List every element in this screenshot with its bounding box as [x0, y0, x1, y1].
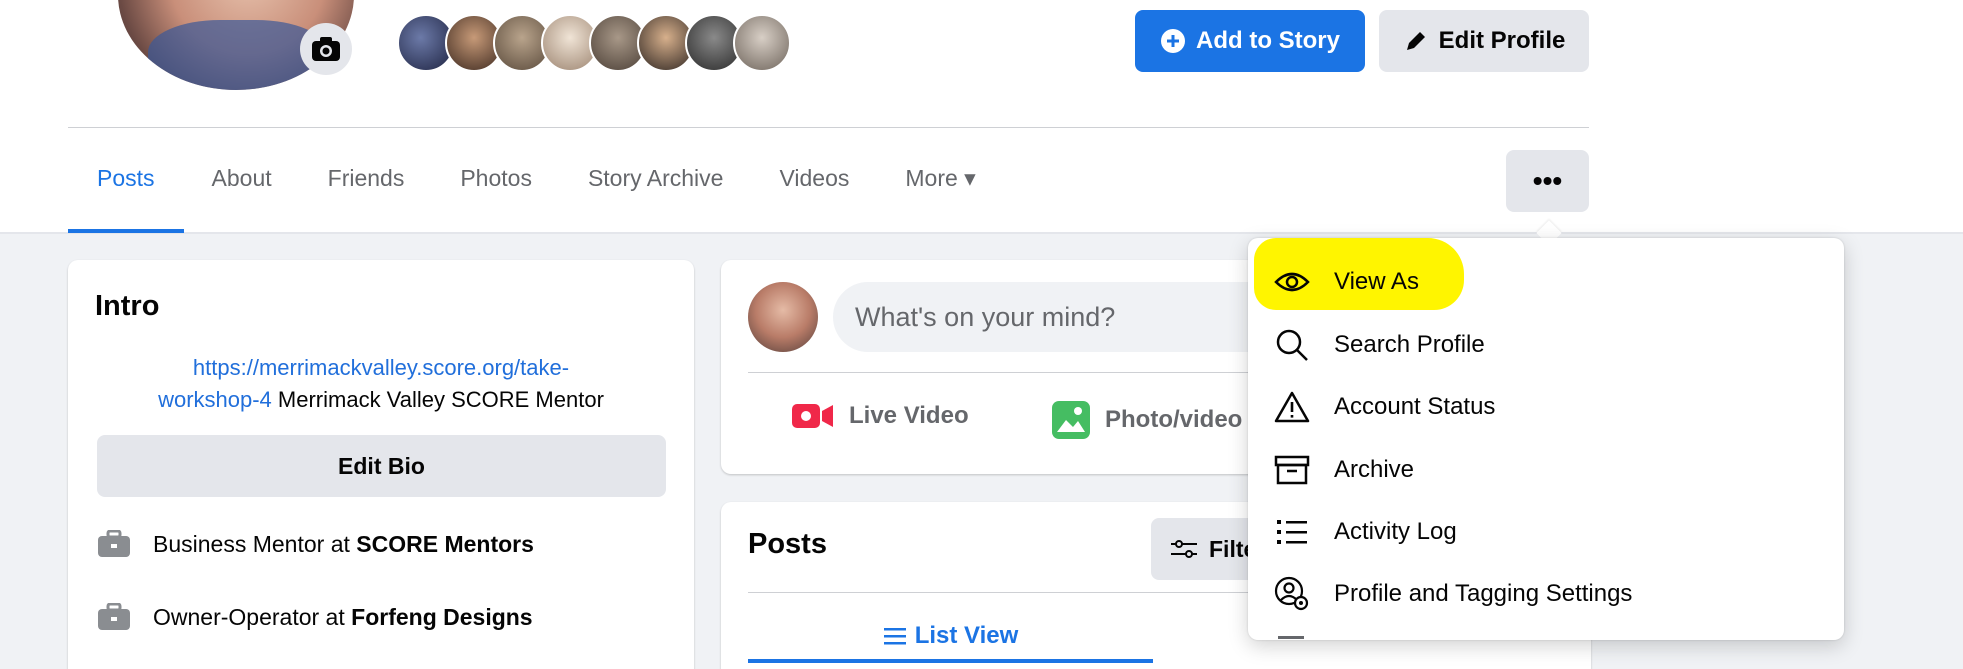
list-view-tab[interactable]: List View: [748, 607, 1153, 665]
tab-posts[interactable]: Posts: [68, 150, 184, 233]
edit-profile-label: Edit Profile: [1438, 27, 1566, 54]
tab-story-archive[interactable]: Story Archive: [560, 150, 752, 233]
tab-photos[interactable]: Photos: [432, 150, 560, 233]
menu-item-search-profile[interactable]: Search Profile: [1258, 315, 1834, 375]
briefcase-icon: [97, 602, 131, 631]
intro-card: Intro https://merrimackvalley.score.org/…: [68, 260, 694, 669]
tab-about[interactable]: About: [184, 150, 300, 233]
live-video-button[interactable]: Live Video: [791, 400, 969, 432]
bio-link-continued[interactable]: workshop-4: [158, 387, 272, 412]
menu-item-view-as[interactable]: View As: [1258, 252, 1834, 312]
warning-icon: [1270, 385, 1314, 429]
tab-videos[interactable]: Videos: [751, 150, 877, 233]
pencil-icon: [1406, 32, 1425, 50]
friend-avatars[interactable]: [397, 14, 797, 74]
bio-link[interactable]: https://merrimackvalley.score.org/take-: [193, 355, 569, 380]
add-to-story-button[interactable]: Add to Story: [1135, 10, 1365, 72]
menu-item-archive[interactable]: Archive: [1258, 440, 1834, 500]
work-org[interactable]: Forfeng Designs: [351, 604, 532, 631]
tab-friends[interactable]: Friends: [300, 150, 433, 233]
more-options-button[interactable]: •••: [1506, 150, 1589, 212]
work-item: Business Mentor at SCORE Mentors: [97, 529, 534, 558]
filter-icon: [1171, 540, 1197, 558]
bio-text: Merrimack Valley SCORE Mentor: [271, 387, 604, 412]
menu-item-label: Activity Log: [1334, 518, 1457, 545]
add-to-story-label: Add to Story: [1196, 27, 1340, 54]
header-divider: [68, 127, 1589, 128]
live-video-label: Live Video: [849, 402, 969, 429]
menu-item-label: View As: [1334, 268, 1419, 295]
menu-item-label: Profile and Tagging Settings: [1334, 580, 1633, 607]
list-icon: [883, 628, 906, 645]
plus-circle-icon: [1161, 29, 1185, 53]
archive-icon: [1270, 448, 1314, 492]
intro-title: Intro: [95, 290, 160, 322]
friend-avatar[interactable]: [733, 14, 791, 72]
edit-profile-button[interactable]: Edit Profile: [1379, 10, 1589, 72]
menu-item-label: Account Status: [1334, 393, 1496, 420]
menu-item-label: Search Profile: [1334, 331, 1485, 358]
menu-item-profile-tagging-settings[interactable]: Profile and Tagging Settings: [1258, 564, 1834, 624]
profile-settings-icon: [1270, 572, 1314, 616]
work-org[interactable]: SCORE Mentors: [356, 531, 534, 558]
menu-item-activity-log[interactable]: Activity Log: [1258, 502, 1834, 562]
list-view-label: List View: [914, 622, 1019, 649]
work-role: Business Mentor at: [153, 530, 350, 557]
work-item: Owner-Operator at Forfeng Designs: [97, 602, 533, 631]
menu-item-account-status[interactable]: Account Status: [1258, 377, 1834, 437]
edit-bio-button[interactable]: Edit Bio: [97, 435, 666, 497]
photo-video-label: Photo/video: [1105, 406, 1243, 433]
photo-video-button[interactable]: Photo/video: [1051, 400, 1242, 440]
camera-icon[interactable]: [300, 23, 352, 75]
eye-icon: [1270, 260, 1314, 304]
photo-video-icon: [1052, 401, 1090, 439]
active-tab-indicator: [748, 659, 1153, 663]
work-role: Owner-Operator at: [153, 603, 345, 630]
posts-title: Posts: [748, 528, 827, 560]
avatar[interactable]: [748, 282, 818, 352]
menu-scroll-peek: [1278, 636, 1304, 642]
profile-tabs: Posts About Friends Photos Story Archive…: [68, 150, 1004, 233]
list-icon: [1270, 510, 1314, 554]
briefcase-icon: [97, 529, 131, 558]
search-icon: [1270, 323, 1314, 367]
intro-bio: https://merrimackvalley.score.org/take- …: [88, 352, 674, 416]
tab-more[interactable]: More ▾: [877, 150, 1003, 233]
live-video-icon: [792, 404, 833, 428]
menu-item-label: Archive: [1334, 456, 1415, 483]
